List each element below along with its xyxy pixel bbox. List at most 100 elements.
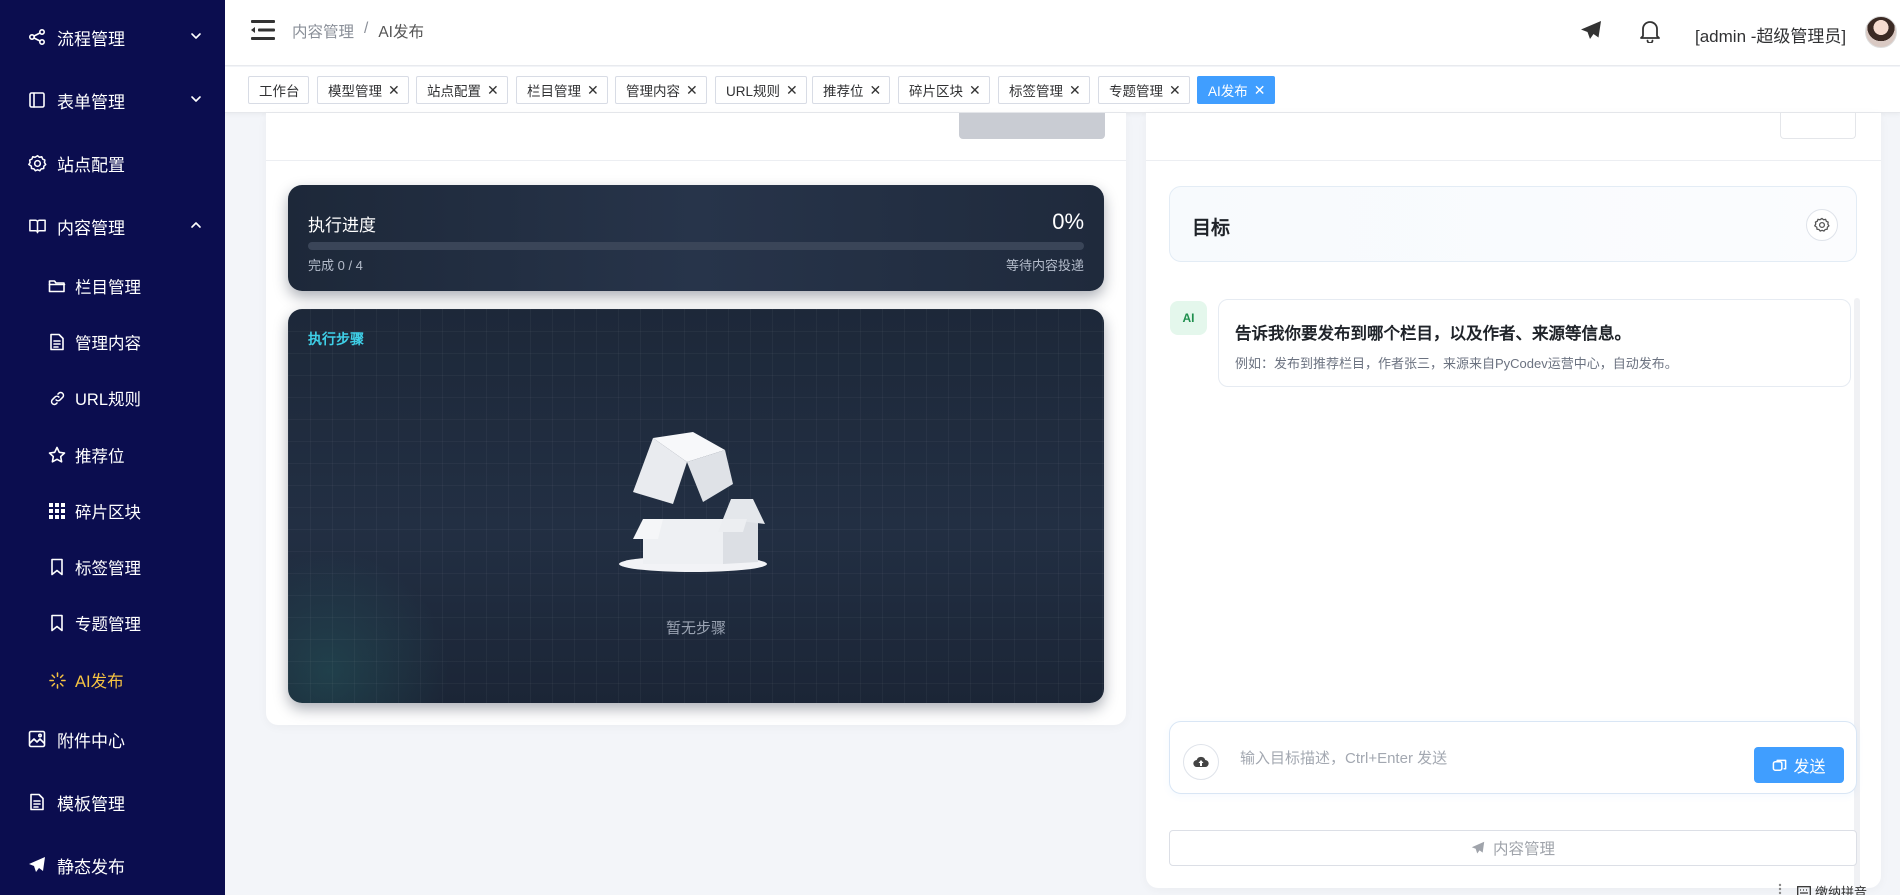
tab-label: 模型管理 [328,84,382,99]
bell-icon[interactable] [1639,19,1661,44]
sidebar-item-templates[interactable]: 模板管理 [0,777,225,827]
sidebar-item-label: 碎片区块 [75,504,141,522]
composer: 发送 [1169,721,1857,794]
sidebar-item-fragments[interactable]: 碎片区块 [0,487,225,535]
sidebar-item-label: 站点配置 [57,155,125,175]
tab-fragments[interactable]: 碎片区块 ✕ [898,76,990,104]
ai-message-bubble: 告诉我你要发布到哪个栏目，以及作者、来源等信息。 例如：发布到推荐栏目，作者张三… [1218,299,1851,387]
sidebar-item-label: 标签管理 [75,560,141,578]
tab-workbench[interactable]: 工作台 [248,76,309,104]
sidebar-item-process[interactable]: 流程管理 [0,12,225,62]
progress-status: 等待内容投递 [1005,258,1084,273]
grid-icon [47,501,67,521]
sidebar-item-recommend[interactable]: 推荐位 [0,431,225,479]
user-name[interactable]: [admin -超级管理员] [1695,22,1846,47]
tab-label: 碎片区块 [909,84,963,99]
tabs-bar: 工作台 模型管理 ✕ 站点配置 ✕ 栏目管理 ✕ 管理内容 ✕ URL规则 ✕ … [225,67,1900,113]
gear-icon [26,152,48,174]
sidebar-item-label: 静态发布 [57,857,125,877]
chevron-down-icon [191,33,201,39]
bookmark-icon [47,613,67,633]
paper-plane-icon[interactable] [1580,20,1602,42]
chat-scrollbar[interactable] [1854,298,1860,888]
sidebar-item-label: 栏目管理 [75,279,141,297]
cloud-upload-icon[interactable] [1183,744,1219,780]
tab-topics[interactable]: 专题管理 ✕ [1098,76,1190,104]
sidebar-item-site-config[interactable]: 站点配置 [0,138,225,188]
tab-column-management[interactable]: 栏目管理 ✕ [516,76,608,104]
loading-icon [47,670,67,690]
close-icon[interactable]: ✕ [786,83,798,97]
steps-panel: 执行步骤 暂无步骤 [288,309,1104,703]
sidebar-item-label: 表单管理 [57,92,125,112]
breadcrumb-item[interactable]: 内容管理 [292,20,354,42]
send-button[interactable]: 发送 [1754,747,1844,783]
sidebar-item-label: 流程管理 [57,29,125,49]
tab-tags[interactable]: 标签管理 ✕ [998,76,1090,104]
tab-label: 栏目管理 [527,84,581,99]
sidebar-item-static-publish[interactable]: 静态发布 [0,840,225,890]
book-icon [26,215,48,237]
tab-label: 管理内容 [626,84,680,99]
tab-ai-publish[interactable]: AI发布 ✕ [1197,76,1275,104]
sidebar-item-label: URL规则 [75,391,142,409]
steps-empty-text: 暂无步骤 [665,620,726,637]
tab-label: 专题管理 [1109,84,1163,99]
sidebar-item-forms[interactable]: 表单管理 [0,75,225,125]
sidebar-item-label: 内容管理 [57,218,125,238]
ai-avatar: AI [1170,301,1207,335]
divider [1146,160,1881,161]
close-icon[interactable]: ✕ [1169,83,1181,97]
sidebar-item-label: 专题管理 [75,616,141,634]
goal-title: 目标 [1192,218,1231,239]
tab-manage-content[interactable]: 管理内容 ✕ [615,76,707,104]
ai-message-hint: 例如：发布到推荐栏目，作者张三，来源来自PyCodev运营中心，自动发布。 [1235,356,1678,371]
avatar[interactable] [1865,16,1897,48]
tab-label: 站点配置 [427,84,481,99]
sidebar: 流程管理 表单管理 站点配置 内容管理 栏目管理 管理内容 URL规则 推荐位 … [0,0,225,895]
gear-icon[interactable] [1806,209,1838,241]
content-management-button[interactable]: 内容管理 [1169,830,1857,866]
tab-recommend[interactable]: 推荐位 ✕ [812,76,891,104]
sidebar-item-url-rules[interactable]: URL规则 [0,374,225,422]
card-header-button[interactable] [959,113,1105,139]
breadcrumb-current: AI发布 [378,24,424,41]
sidebar-item-label: 推荐位 [75,448,125,466]
tab-label: 推荐位 [823,84,864,99]
close-icon[interactable]: ✕ [870,83,882,97]
sidebar-item-tags[interactable]: 标签管理 [0,543,225,591]
sidebar-item-columns[interactable]: 栏目管理 [0,262,225,310]
send-button-label: 发送 [1793,759,1826,776]
tab-site-config[interactable]: 站点配置 ✕ [416,76,508,104]
tab-label: 标签管理 [1009,84,1063,99]
close-icon[interactable]: ✕ [587,83,599,97]
close-icon[interactable]: ✕ [487,83,499,97]
sidebar-item-ai-publish[interactable]: AI发布 [0,656,225,704]
close-icon[interactable]: ✕ [388,83,400,97]
tab-label: AI发布 [1208,84,1248,99]
menu-toggle-icon[interactable] [251,19,275,41]
progress-percent: 0% [1052,209,1084,234]
share-icon [26,26,48,48]
close-icon[interactable]: ✕ [1254,83,1266,97]
ime-indicator-text: 缴纳拼音 [1815,885,1868,895]
goal-input[interactable] [1240,740,1720,776]
drag-handle-icon[interactable] [1778,883,1782,895]
close-icon[interactable]: ✕ [969,83,981,97]
tab-url-rules[interactable]: URL规则 ✕ [715,76,807,104]
close-icon[interactable]: ✕ [686,83,698,97]
chevron-up-icon [191,222,201,228]
close-icon[interactable]: ✕ [1069,83,1081,97]
tab-model-management[interactable]: 模型管理 ✕ [317,76,409,104]
sidebar-item-content[interactable]: 内容管理 [0,201,225,251]
sidebar-item-label: AI发布 [75,673,124,691]
sidebar-item-attachments[interactable]: 附件中心 [0,714,225,764]
sidebar-item-topics[interactable]: 专题管理 [0,599,225,647]
goal-panel: 目标 [1169,186,1857,262]
steps-title: 执行步骤 [308,331,364,347]
sidebar-item-manage-content[interactable]: 管理内容 [0,318,225,366]
card-header-button[interactable] [1780,113,1856,139]
ime-indicator: 缴纳拼音 [1797,882,1867,895]
sidebar-item-label: 模板管理 [57,794,125,814]
document-icon [26,791,48,813]
